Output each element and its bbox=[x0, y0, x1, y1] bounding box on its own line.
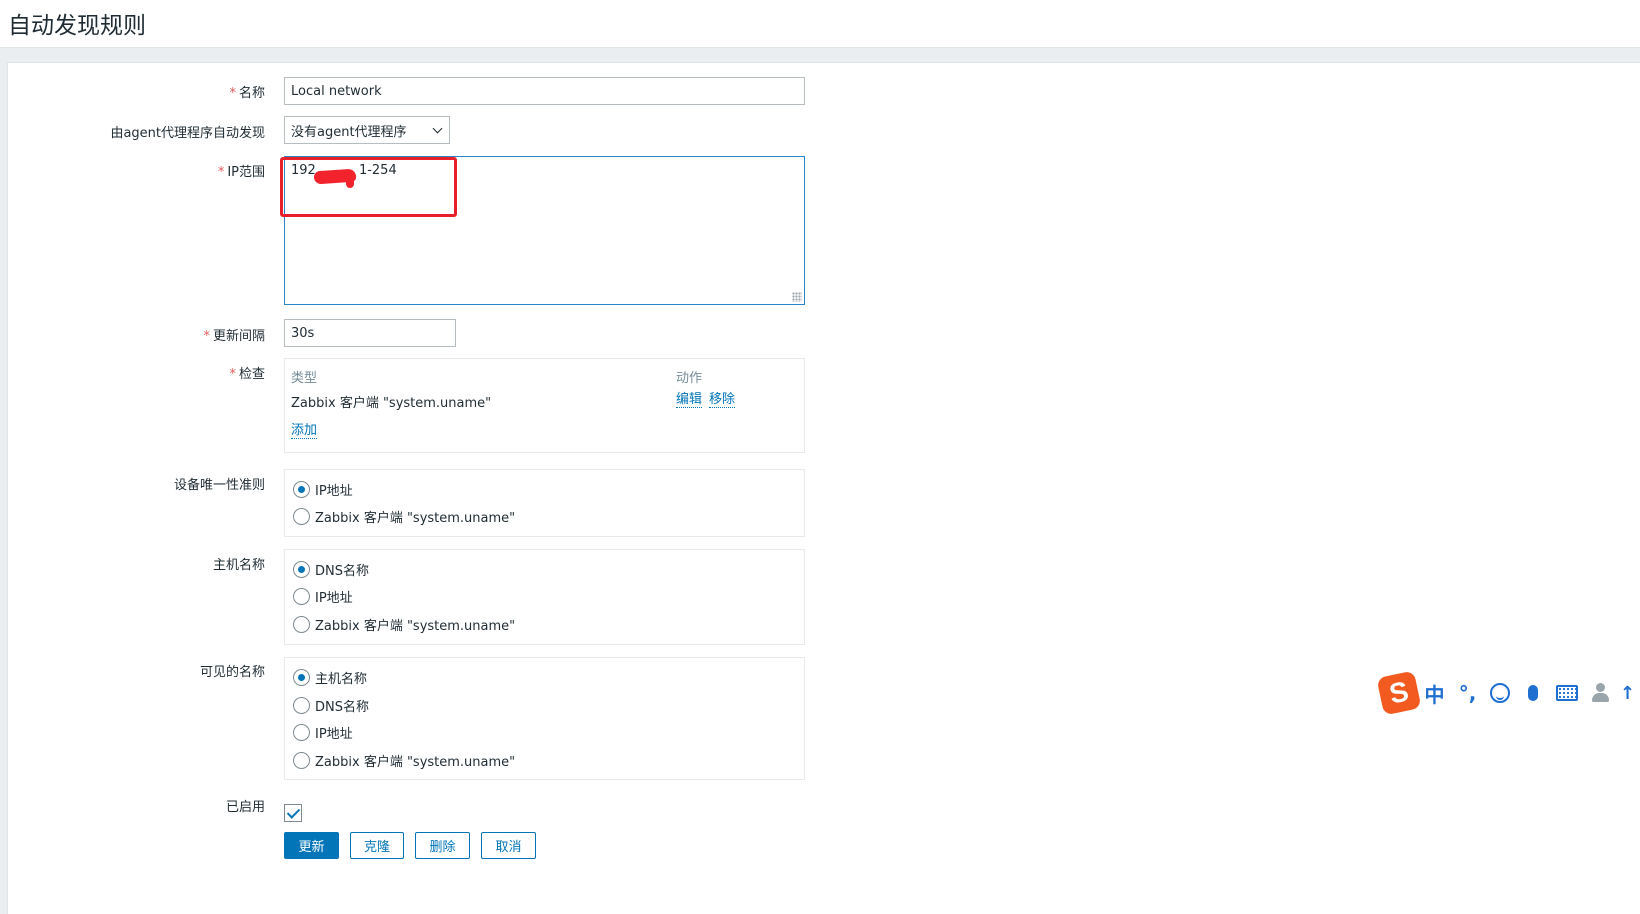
proxy-label: 由agent代理程序自动发现 bbox=[110, 122, 265, 141]
smile-icon[interactable] bbox=[1490, 683, 1510, 703]
cancel-button[interactable]: 取消 bbox=[481, 832, 536, 859]
name-label-text: 名称 bbox=[238, 86, 265, 101]
check-row-type: Zabbix 客户端 "system.uname" bbox=[291, 396, 492, 411]
host-name-option-label: DNS名称 bbox=[315, 564, 369, 579]
visible-name-option-uname[interactable]: Zabbix 客户端 "system.uname" bbox=[293, 751, 515, 770]
radio-unchecked-icon[interactable] bbox=[293, 724, 310, 741]
enabled-label: 已启用 bbox=[226, 796, 265, 815]
checks-label-text: 检查 bbox=[238, 367, 265, 382]
enabled-label-text: 已启用 bbox=[225, 800, 265, 815]
host-name-option-dns[interactable]: DNS名称 bbox=[293, 560, 369, 579]
form-panel: * 名称 Local network 由agent代理程序自动发现 没有agent… bbox=[7, 62, 1640, 914]
visible-name-option-label: DNS名称 bbox=[315, 700, 369, 715]
required-mark: * bbox=[217, 165, 225, 180]
visible-name-option-label: Zabbix 客户端 "system.uname" bbox=[315, 755, 516, 770]
interval-label: * 更新间隔 bbox=[203, 325, 265, 344]
sogou-logo-icon[interactable]: S bbox=[1376, 670, 1422, 716]
checks-table: 类型 动作 Zabbix 客户端 "system.uname" 编辑 移除 添加 bbox=[284, 358, 805, 453]
resize-handle-icon[interactable] bbox=[792, 292, 802, 302]
host-name-label: 主机名称 bbox=[213, 554, 265, 573]
host-name-label-text: 主机名称 bbox=[212, 558, 265, 573]
radio-unchecked-icon[interactable] bbox=[293, 697, 310, 714]
host-name-option-label: IP地址 bbox=[315, 591, 353, 606]
checks-col-action: 动作 bbox=[676, 371, 703, 386]
clone-button[interactable]: 克隆 bbox=[350, 832, 404, 859]
radio-checked-icon[interactable] bbox=[293, 481, 310, 498]
visible-name-option-host[interactable]: 主机名称 bbox=[293, 668, 367, 687]
interval-input[interactable]: 30s bbox=[284, 319, 456, 347]
radio-unchecked-icon[interactable] bbox=[293, 616, 310, 633]
name-input[interactable]: Local network bbox=[284, 77, 805, 105]
ime-toolbar[interactable]: S 中 °, ↑ bbox=[1376, 670, 1635, 716]
keyboard-icon[interactable] bbox=[1556, 685, 1578, 701]
name-input-value: Local network bbox=[291, 83, 382, 99]
visible-name-radio-group: 主机名称 DNS名称 IP地址 Zabbix 客户端 "system.uname… bbox=[284, 657, 805, 780]
page-header: 自动发现规则 bbox=[0, 0, 1640, 48]
microphone-icon[interactable] bbox=[1528, 685, 1538, 701]
interval-input-value: 30s bbox=[291, 325, 315, 341]
radio-checked-icon[interactable] bbox=[293, 669, 310, 686]
ip-range-label: * IP范围 bbox=[218, 161, 265, 180]
proxy-label-text: 由agent代理程序自动发现 bbox=[110, 126, 265, 141]
visible-name-option-label: IP地址 bbox=[315, 727, 353, 742]
delete-button[interactable]: 删除 bbox=[415, 832, 470, 859]
required-mark: * bbox=[229, 367, 236, 382]
radio-unchecked-icon[interactable] bbox=[293, 752, 310, 769]
uniqueness-label-text: 设备唯一性准则 bbox=[173, 478, 265, 493]
chevron-down-icon bbox=[432, 123, 443, 134]
user-icon[interactable] bbox=[1590, 683, 1612, 703]
visible-name-option-label: 主机名称 bbox=[315, 672, 368, 687]
name-label: * 名称 bbox=[229, 82, 265, 101]
annotation-highlight-box bbox=[280, 157, 457, 217]
required-mark: * bbox=[203, 329, 210, 344]
radio-checked-icon[interactable] bbox=[293, 561, 310, 578]
uniqueness-option-ip[interactable]: IP地址 bbox=[293, 480, 353, 499]
enabled-checkbox[interactable] bbox=[284, 804, 302, 822]
host-name-radio-group: DNS名称 IP地址 Zabbix 客户端 "system.uname" bbox=[284, 549, 805, 645]
interval-label-text: 更新间隔 bbox=[212, 329, 265, 344]
ime-mode-toggle[interactable]: 中 bbox=[1418, 679, 1451, 708]
check-edit-link[interactable]: 编辑 bbox=[676, 392, 703, 408]
check-add-link[interactable]: 添加 bbox=[291, 423, 318, 439]
radio-unchecked-icon[interactable] bbox=[293, 508, 310, 525]
host-name-option-ip[interactable]: IP地址 bbox=[293, 587, 353, 606]
uniqueness-option-label: Zabbix 客户端 "system.uname" bbox=[315, 511, 516, 526]
proxy-select-value: 没有agent代理程序 bbox=[291, 124, 407, 140]
visible-name-label: 可见的名称 bbox=[200, 661, 265, 680]
host-name-option-label: Zabbix 客户端 "system.uname" bbox=[315, 619, 516, 634]
ip-range-label-text: IP范围 bbox=[227, 165, 265, 180]
visible-name-label-text: 可见的名称 bbox=[199, 665, 265, 680]
uniqueness-label: 设备唯一性准则 bbox=[174, 474, 265, 493]
checks-col-type: 类型 bbox=[291, 371, 318, 386]
page-title: 自动发现规则 bbox=[8, 13, 146, 39]
update-button[interactable]: 更新 bbox=[284, 832, 339, 859]
required-mark: * bbox=[229, 86, 236, 101]
visible-name-option-ip[interactable]: IP地址 bbox=[293, 723, 353, 742]
radio-unchecked-icon[interactable] bbox=[293, 588, 310, 605]
arrow-icon[interactable]: ↑ bbox=[1620, 683, 1635, 704]
proxy-select[interactable]: 没有agent代理程序 bbox=[284, 116, 450, 144]
checks-label: * 检查 bbox=[229, 363, 265, 382]
uniqueness-option-uname[interactable]: Zabbix 客户端 "system.uname" bbox=[293, 507, 515, 526]
ime-punct-toggle[interactable]: °, bbox=[1451, 681, 1484, 705]
visible-name-option-dns[interactable]: DNS名称 bbox=[293, 696, 369, 715]
uniqueness-option-label: IP地址 bbox=[315, 484, 353, 499]
host-name-option-uname[interactable]: Zabbix 客户端 "system.uname" bbox=[293, 615, 515, 634]
check-remove-link[interactable]: 移除 bbox=[709, 392, 736, 408]
uniqueness-radio-group: IP地址 Zabbix 客户端 "system.uname" bbox=[284, 469, 805, 537]
